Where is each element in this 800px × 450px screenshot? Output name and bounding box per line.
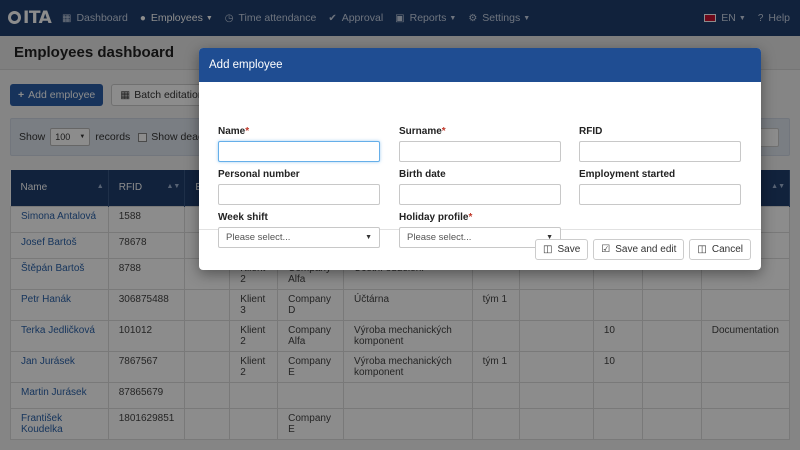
save-and-edit-button[interactable]: ☑ Save and edit	[593, 239, 685, 260]
employment-started-field-group: Employment started	[579, 169, 741, 205]
personal-number-field-group: Personal number	[218, 169, 380, 205]
modal-footer: ◫ Save ☑ Save and edit ◫ Cancel	[535, 239, 751, 260]
holiday-profile-label: Holiday profile*	[399, 212, 473, 223]
rfid-field-group: RFID	[579, 126, 741, 162]
surname-field-group: Surname*	[399, 126, 561, 162]
name-field-group: Name*	[218, 126, 380, 162]
modal-header: Add employee	[199, 48, 761, 82]
modal-body: Name* Surname* RFID Personal number Birt…	[199, 82, 761, 248]
name-label: Name*	[218, 126, 250, 137]
modal-title: Add employee	[209, 59, 283, 71]
week-shift-label: Week shift	[218, 212, 268, 223]
week-shift-select[interactable]: Please select... ▼	[218, 227, 380, 248]
surname-label: Surname*	[399, 126, 446, 137]
birth-date-label: Birth date	[399, 169, 446, 180]
name-input[interactable]	[218, 141, 380, 162]
birth-date-input[interactable]	[399, 184, 561, 205]
floppy-disk-icon: ◫	[543, 244, 553, 255]
save-button[interactable]: ◫ Save	[535, 239, 589, 260]
personal-number-label: Personal number	[218, 169, 300, 180]
caret-down-icon: ▼	[365, 234, 372, 241]
employment-started-input[interactable]	[579, 184, 741, 205]
floppy-disk-icon: ◫	[697, 244, 707, 255]
add-employee-modal: Add employee Name* Surname* RFID Persona…	[199, 48, 761, 270]
personal-number-input[interactable]	[218, 184, 380, 205]
cancel-button[interactable]: ◫ Cancel	[689, 239, 751, 260]
week-shift-field-group: Week shift Please select... ▼	[218, 212, 380, 248]
rfid-input[interactable]	[579, 141, 741, 162]
employment-started-label: Employment started	[579, 169, 676, 180]
rfid-label: RFID	[579, 126, 603, 137]
surname-input[interactable]	[399, 141, 561, 162]
birth-date-field-group: Birth date	[399, 169, 561, 205]
edit-check-icon: ☑	[601, 244, 611, 255]
